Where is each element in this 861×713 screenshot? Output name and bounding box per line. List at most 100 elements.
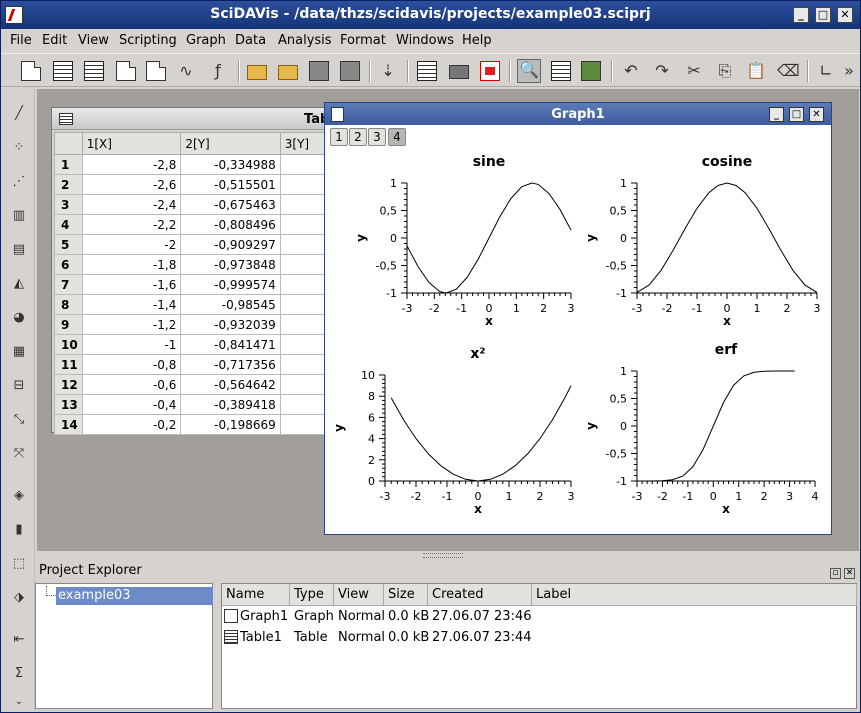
layer-button-4[interactable]: 4 (388, 128, 406, 146)
vertical-drop-lines-icon[interactable]: ⇤ (10, 631, 28, 649)
cell-x[interactable]: -0,2 (81, 414, 182, 435)
row-number[interactable]: 1 (54, 154, 83, 175)
list-item-name[interactable]: Table1 (236, 630, 282, 645)
maximize-button[interactable]: □ (815, 7, 831, 23)
layer-button-2[interactable]: 2 (349, 128, 367, 146)
table-row[interactable]: 6-1,8-0,973848-0 (54, 254, 351, 275)
menu-format[interactable]: Format (340, 33, 386, 48)
cell-y[interactable]: -0,932039 (180, 314, 281, 335)
y-axis-label[interactable]: y (584, 234, 598, 242)
console-icon[interactable] (581, 61, 601, 81)
new-function-plot-icon[interactable]: ∿ (176, 61, 196, 81)
box-plot-icon[interactable]: ⊟ (10, 377, 28, 395)
column-header-x[interactable]: 1[X] (81, 132, 182, 155)
cell-x[interactable]: -1,8 (81, 254, 182, 275)
list-header-label[interactable]: Label (532, 584, 857, 606)
table-row[interactable]: 2-2,6-0,515501-0 (54, 174, 351, 195)
graph-close-button[interactable]: ✕ (809, 107, 824, 122)
menu-help[interactable]: Help (462, 33, 492, 48)
tree-node-project[interactable]: example03 (56, 587, 213, 605)
new-note-icon[interactable] (116, 61, 136, 81)
plot-title[interactable]: x² (470, 346, 485, 362)
explorer-float-button[interactable]: ▫ (830, 568, 841, 579)
stacked-bars-icon[interactable]: ▦ (10, 343, 28, 361)
row-number[interactable]: 9 (54, 314, 83, 335)
table-row[interactable]: 14-0,2-0,1986690 (54, 414, 351, 435)
graph-window-titlebar[interactable]: Graph1 _ □ ✕ (325, 103, 831, 125)
cell-y[interactable]: -0,909297 (180, 234, 281, 255)
list-header-name[interactable]: Name (222, 584, 290, 606)
3d-ribbon-icon[interactable]: ◈ (10, 487, 28, 505)
row-number[interactable]: 13 (54, 394, 83, 415)
cell-y[interactable]: -0,198669 (180, 414, 281, 435)
menu-data[interactable]: Data (235, 33, 266, 48)
row-number[interactable]: 3 (54, 194, 83, 215)
new-table-icon[interactable] (53, 61, 73, 81)
redo-icon[interactable]: ↷ (652, 61, 672, 81)
table-row[interactable]: 9-1,2-0,9320390 (54, 314, 351, 335)
series-line[interactable] (636, 182, 818, 293)
table-row[interactable]: 10-1-0,8414710 (54, 334, 351, 355)
project-item-list[interactable]: Name Type View Size Created Label Graph1… (221, 583, 857, 709)
y-axis-label[interactable]: y (332, 424, 346, 432)
x-axis-label[interactable]: x (485, 314, 493, 328)
plot-title[interactable]: cosine (702, 154, 753, 170)
table-row[interactable]: 4-2,2-0,808496-0 (54, 214, 351, 235)
x-axis-label[interactable]: x (474, 502, 482, 516)
menu-windows[interactable]: Windows (396, 33, 454, 48)
cell-y[interactable]: -0,999574 (180, 274, 281, 295)
new-graph-icon[interactable] (146, 61, 166, 81)
3d-scatter-icon[interactable]: ⬚ (10, 555, 28, 573)
delete-icon[interactable]: ⌫ (777, 61, 800, 81)
cell-x[interactable]: -2,6 (81, 174, 182, 195)
vertical-bars-icon[interactable]: ▥ (10, 207, 28, 225)
column-header-y[interactable]: 2[Y] (180, 132, 281, 155)
cell-y[interactable]: -0,389418 (180, 394, 281, 415)
cell-y[interactable]: -0,675463 (180, 194, 281, 215)
minimize-button[interactable]: _ (793, 7, 809, 23)
3d-bars-icon[interactable]: ▮ (10, 521, 28, 539)
print-icon[interactable] (449, 65, 469, 79)
graph-layers-canvas[interactable]: -3 -2 -1 0 1 2 3 1 0,5 0 -0,5 -1 sine x y -3 -2 -1 0 1 2 3 1 0,… (325, 147, 830, 535)
graph-maximize-button[interactable]: □ (789, 107, 804, 122)
cell-y[interactable]: -0,717356 (180, 354, 281, 375)
x-axis-label[interactable]: x (722, 502, 730, 516)
cell-y[interactable]: -0,564642 (180, 374, 281, 395)
new-project-icon[interactable] (21, 61, 41, 81)
3d-surface-icon[interactable]: ⬗ (10, 589, 28, 607)
row-number[interactable]: 2 (54, 174, 83, 195)
pie-chart-icon[interactable]: ◕ (10, 309, 28, 327)
explorer-close-button[interactable]: ✕ (844, 568, 855, 579)
undo-icon[interactable]: ↶ (621, 61, 641, 81)
copy-icon[interactable]: ⎘ (715, 61, 735, 81)
cell-y[interactable]: -0,841471 (180, 334, 281, 355)
line-plot-icon[interactable]: ╱ (10, 105, 28, 123)
graph-minimize-button[interactable]: _ (769, 107, 784, 122)
table-row[interactable]: 7-1,6-0,999574-0,( (54, 274, 351, 295)
table-window-titlebar[interactable]: Tab (52, 108, 350, 130)
plot-layer-4[interactable]: -3 -2 -1 0 1 2 3 4 1 0,5 0 -0,5 -1 erf x y (584, 342, 819, 516)
plot-layer-3[interactable]: -3 -2 -1 0 1 2 31086420x²xy (332, 346, 575, 516)
project-tree[interactable]: example03 (35, 583, 213, 709)
menu-scripting[interactable]: Scripting (119, 33, 177, 48)
error-bars-icon[interactable]: ⤧ (10, 445, 28, 463)
table-window[interactable]: Tab 1[X] 2[Y] 3[Y] 1-2,8-0,334988-02-2,6… (51, 107, 351, 435)
add-layer-icon[interactable] (417, 61, 437, 81)
cell-x[interactable]: -1 (81, 334, 182, 355)
series-line[interactable] (390, 385, 572, 482)
axes-icon[interactable]: ∟ (816, 61, 836, 81)
toolbar-overflow-icon[interactable]: » (841, 61, 857, 81)
table-row[interactable]: 1-2,8-0,334988-0 (54, 154, 351, 175)
plot-title[interactable]: erf (715, 342, 738, 358)
series-line[interactable] (406, 182, 572, 294)
row-number[interactable]: 5 (54, 234, 83, 255)
data-table[interactable]: 1[X] 2[Y] 3[Y] 1-2,8-0,334988-02-2,6-0,5… (54, 132, 351, 435)
table-row[interactable]: 3-2,4-0,675463-0 (54, 194, 351, 215)
menu-view[interactable]: View (78, 33, 109, 48)
open-template-icon[interactable] (278, 65, 298, 80)
cell-x[interactable]: -1,2 (81, 314, 182, 335)
export-pdf-icon[interactable] (480, 61, 500, 81)
layer-button-1[interactable]: 1 (330, 128, 348, 146)
table-row[interactable]: 12-0,6-0,5646420 (54, 374, 351, 395)
list-header-size[interactable]: Size (384, 584, 428, 606)
